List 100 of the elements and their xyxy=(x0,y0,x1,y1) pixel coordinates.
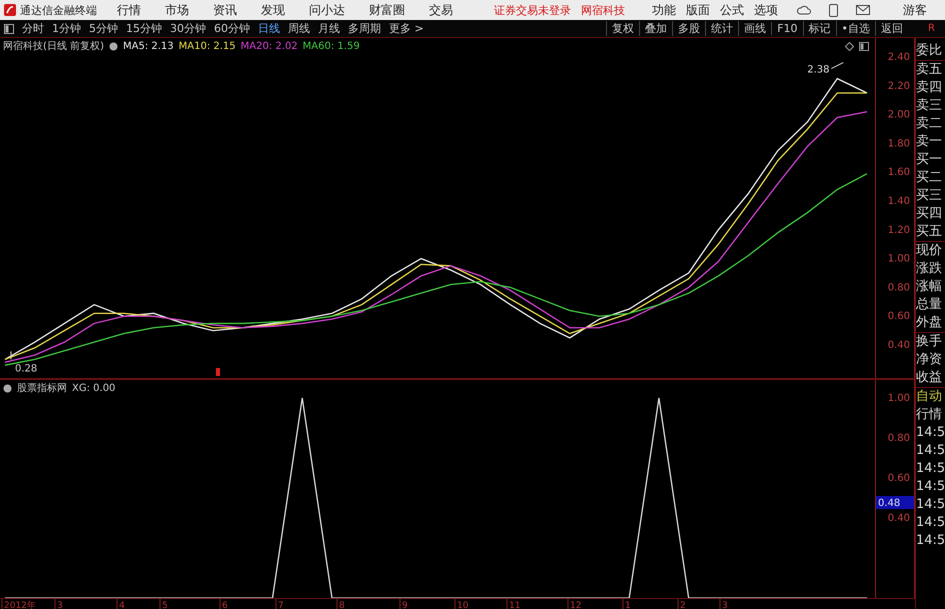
toolbar-button[interactable]: 多股 xyxy=(672,21,706,36)
y-tick-label: 0.60 xyxy=(888,473,910,484)
toolbar-button[interactable]: 返回 xyxy=(875,21,908,36)
period-tab[interactable]: 多周期 xyxy=(348,21,381,36)
trade-time: 14:5 xyxy=(916,478,945,496)
indicator-value: MA20: 2.02 xyxy=(240,40,298,52)
quote-field-label: 涨幅 xyxy=(916,278,943,296)
signal-mark-icon xyxy=(216,368,220,376)
auto-quote-label[interactable]: 自动 xyxy=(916,388,945,406)
time-axis: 2012年 3 4 5 6 7 8 9 10 11 12 1 2 3 xyxy=(0,598,915,609)
quote-field-label: 买三 xyxy=(916,187,943,205)
period-tab[interactable]: 月线 xyxy=(318,21,340,36)
y-tick-label: 0.40 xyxy=(888,340,910,352)
y-tick-label: 1.80 xyxy=(888,138,910,150)
menu-item[interactable]: 发现 xyxy=(261,2,285,18)
trade-time: 14:5 xyxy=(916,424,945,442)
mail-icon[interactable] xyxy=(856,5,870,15)
diamond-icon[interactable] xyxy=(845,42,854,50)
high-price-label: 2.38 xyxy=(807,62,844,76)
toolbar-button[interactable]: F10 xyxy=(771,22,803,35)
cloud-icon[interactable] xyxy=(797,4,811,16)
toolbar-button[interactable]: 画线 xyxy=(738,21,772,36)
y-tick-label: 1.00 xyxy=(888,254,910,265)
quote-field-label: 外盘 xyxy=(916,314,943,332)
period-tab[interactable]: 5分钟 xyxy=(89,21,118,36)
window-icon[interactable] xyxy=(859,42,869,50)
y-tick-label: 0.80 xyxy=(888,282,910,294)
period-tab[interactable]: 日线 xyxy=(258,21,280,36)
quote-field-label: 涨跌 xyxy=(916,260,943,278)
y-tick-label: 1.60 xyxy=(888,167,910,178)
chart-title: 网宿科技(日线 前复权) xyxy=(3,40,104,53)
toolbar-button[interactable]: 复权 xyxy=(606,21,640,36)
menu-item[interactable]: 市场 xyxy=(165,2,189,18)
menu-item[interactable]: 资讯 xyxy=(213,2,237,18)
menu-item[interactable]: 交易 xyxy=(429,2,453,18)
quote-field-label: 委比 xyxy=(916,42,943,60)
logo-icon xyxy=(4,4,16,16)
trade-time: 14:5 xyxy=(916,442,945,460)
toolbar-button[interactable]: •自选 xyxy=(836,21,876,36)
annotation: 0.28 xyxy=(15,363,38,374)
auto-quote-label[interactable]: 行情 xyxy=(916,406,945,424)
user-label[interactable]: 游客 xyxy=(903,2,927,18)
quote-field-label: 买二 xyxy=(916,169,943,187)
annotation: 2.38 xyxy=(807,64,830,76)
menu-item[interactable]: 问小达 xyxy=(309,2,345,18)
cursor-value-label: 0.48 xyxy=(876,496,915,509)
quote-field-label: 净资 xyxy=(916,351,943,369)
indicator-value: MA5: 2.13 xyxy=(122,40,174,52)
menu-item[interactable]: 版面 xyxy=(686,2,710,18)
quote-field-label: 买四 xyxy=(916,205,943,223)
period-tab[interactable]: 分时 xyxy=(22,21,44,36)
y-tick-label: 1.00 xyxy=(888,393,910,404)
app-title: 通达信金融终端 xyxy=(20,2,97,18)
circle-icon xyxy=(108,42,118,50)
phone-icon[interactable] xyxy=(829,4,838,16)
quote-field-label: 卖五 xyxy=(916,61,943,79)
status-notice[interactable]: 网宿科技 xyxy=(581,2,625,18)
indicator-value: XG: 0.00 xyxy=(72,382,116,394)
period-tab[interactable]: 1分钟 xyxy=(52,21,81,36)
toolbar-button[interactable]: 叠加 xyxy=(639,21,672,36)
trade-time: 14:5 xyxy=(916,496,945,514)
quote-field-label: 收益 xyxy=(916,369,943,387)
y-tick-label: 0.40 xyxy=(888,513,910,524)
toolbar-button[interactable]: 统计 xyxy=(705,21,738,36)
period-tab[interactable]: 15分钟 xyxy=(126,21,162,36)
period-tab[interactable]: 周线 xyxy=(288,21,310,36)
toolbar-button[interactable]: 标记 xyxy=(802,21,836,36)
indicator-value: MA10: 2.15 xyxy=(178,40,236,52)
period-tab[interactable]: 60分钟 xyxy=(214,21,250,36)
quote-field-label: 卖一 xyxy=(916,133,943,151)
quote-field-label: 换手 xyxy=(916,333,943,351)
y-tick-label: 2.40 xyxy=(888,52,910,64)
quote-field-label: 卖三 xyxy=(916,97,943,115)
quote-field-label: 买五 xyxy=(916,223,943,241)
menu-item[interactable]: 选项 xyxy=(754,2,778,18)
menu-item[interactable]: 行情 xyxy=(117,2,141,18)
period-tab[interactable]: 更多 > xyxy=(389,21,424,36)
y-tick-label: 0.80 xyxy=(888,433,910,444)
trade-time: 14:5 xyxy=(916,460,945,478)
y-tick-label: 2.20 xyxy=(888,80,910,92)
indicator-title: 股票指标网 xyxy=(17,382,67,395)
corner-label: R xyxy=(928,23,935,34)
y-tick-label: 1.40 xyxy=(888,196,910,208)
quote-field-label: 买一 xyxy=(916,151,943,169)
quote-field-label: 卖四 xyxy=(916,79,943,97)
quote-field-label: 现价 xyxy=(916,242,943,260)
menu-item[interactable]: 财富圈 xyxy=(369,2,405,18)
trade-time: 14:5 xyxy=(916,514,945,532)
panel-toggle-icon[interactable] xyxy=(4,24,14,34)
menu-item[interactable]: 公式 xyxy=(720,2,744,18)
status-notice[interactable]: 证券交易未登录 xyxy=(494,2,571,18)
y-tick-label: 0.60 xyxy=(888,311,910,322)
trade-time: 14:5 xyxy=(916,532,945,550)
quote-field-label: 卖二 xyxy=(916,115,943,133)
period-tab[interactable]: 30分钟 xyxy=(170,21,206,36)
y-tick-label: 2.00 xyxy=(888,110,910,121)
indicator-value: MA60: 1.59 xyxy=(302,40,360,52)
menu-item[interactable]: 功能 xyxy=(652,2,676,18)
low-price-label: 0.28 xyxy=(10,350,38,374)
y-tick-label: 1.20 xyxy=(888,224,910,236)
